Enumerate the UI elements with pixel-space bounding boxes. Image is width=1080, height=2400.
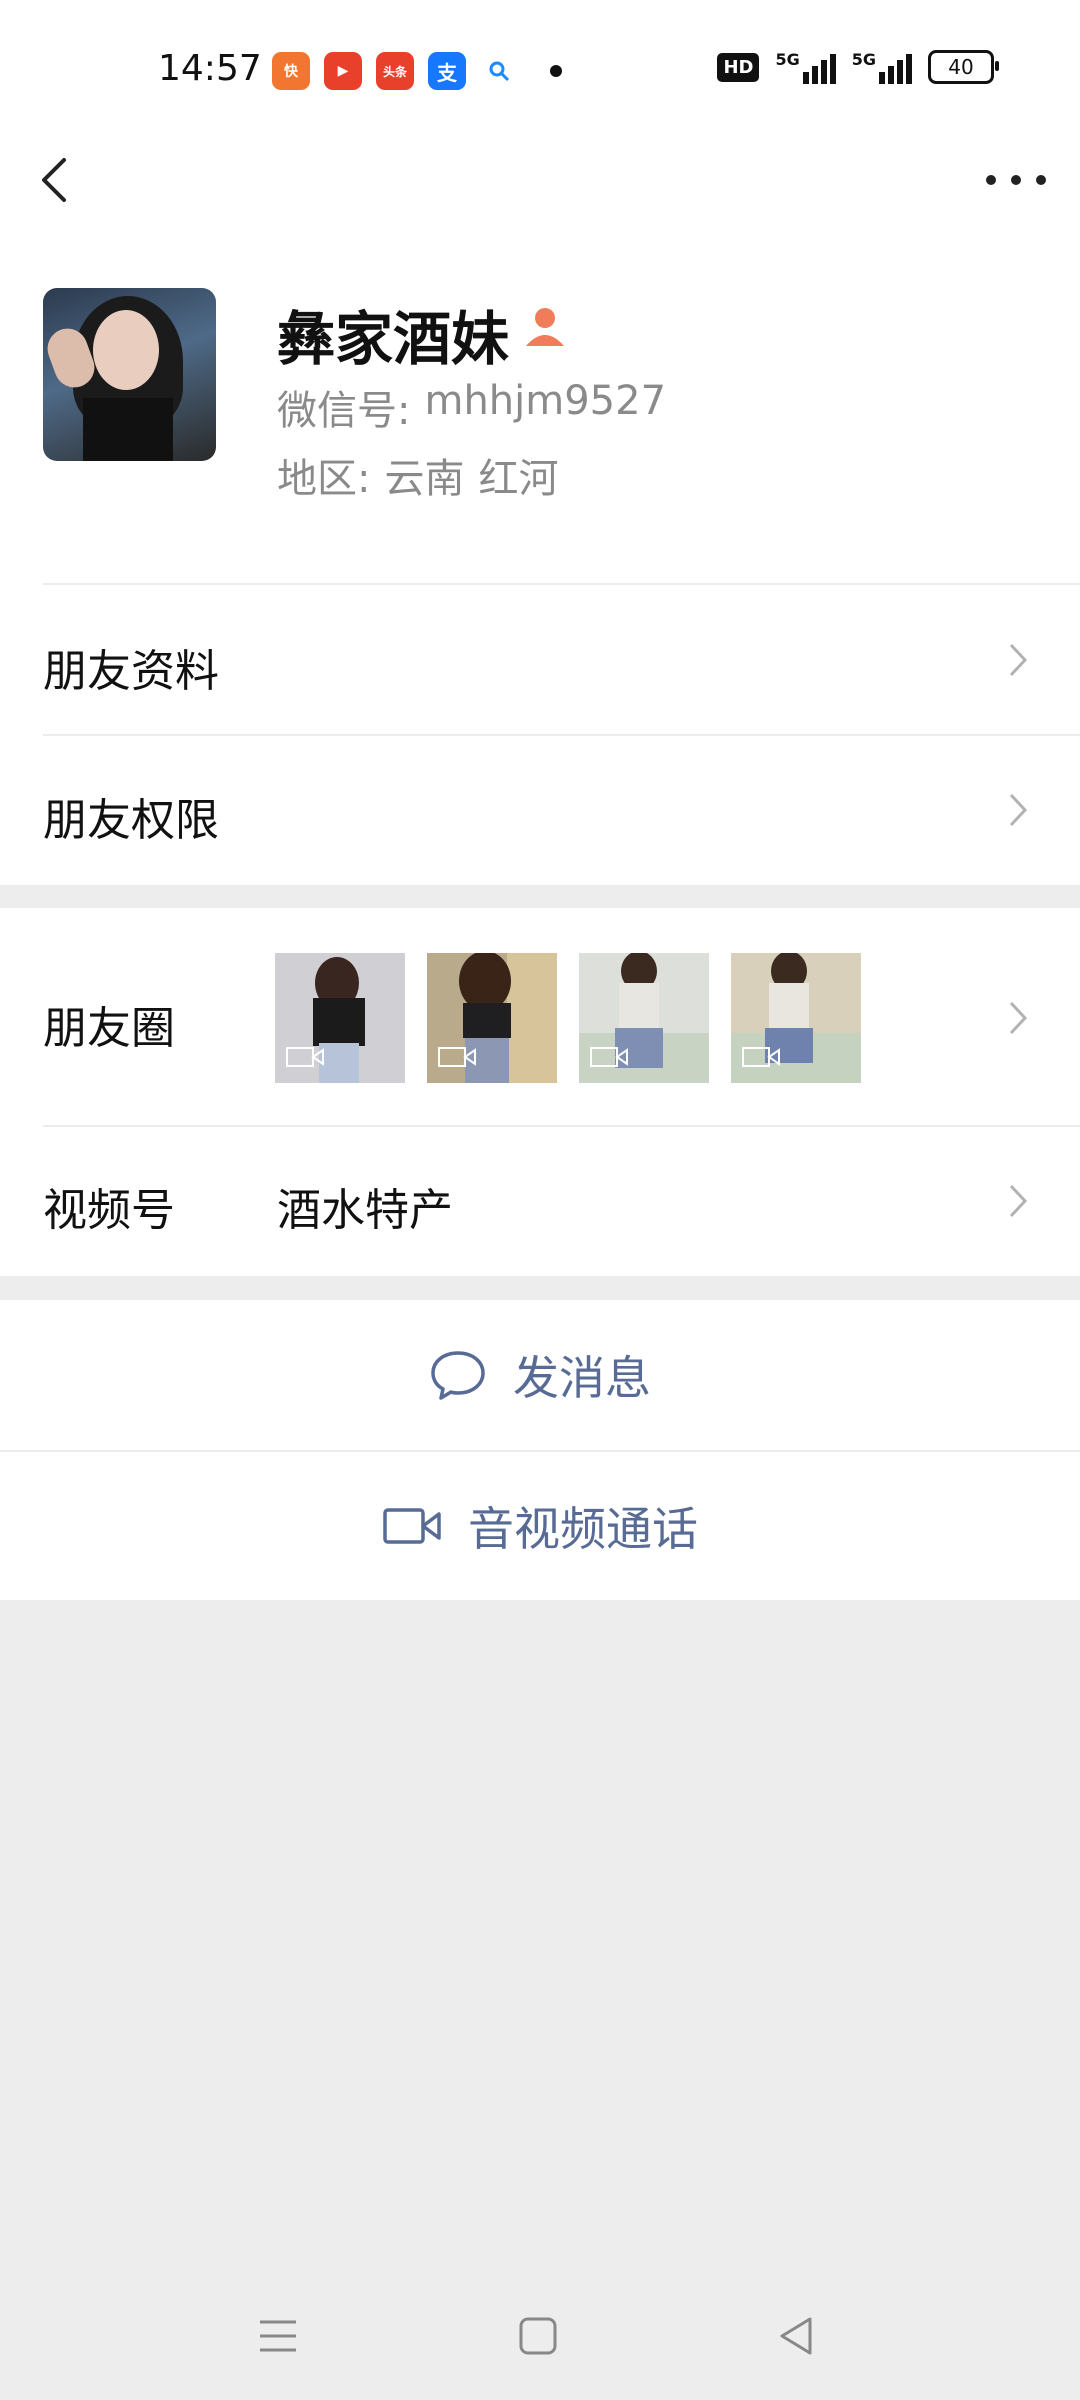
- chat-bubble-icon: [431, 1351, 485, 1400]
- channels-row[interactable]: 视频号 酒水特产: [0, 1127, 1080, 1276]
- search-app-icon: [480, 52, 518, 90]
- signal-icon-2: 5G: [852, 50, 912, 84]
- avatar[interactable]: [43, 288, 216, 461]
- female-user-icon: [526, 308, 564, 346]
- channels-value: 酒水特产: [277, 1185, 453, 1236]
- status-right: HD 5G 5G 40: [717, 50, 999, 84]
- moments-thumb-1[interactable]: [275, 953, 405, 1083]
- toutiao-icon: 头条: [376, 52, 414, 90]
- region: 地区: 云南 红河: [277, 446, 558, 504]
- wechat-id: 微信号: mhhjm9527: [277, 378, 666, 436]
- video-call-label: 音视频通话: [468, 1502, 698, 1556]
- send-message-label: 发消息: [513, 1351, 651, 1405]
- moments-thumb-3[interactable]: [579, 953, 709, 1083]
- status-bar: 14:57 快 ▶ 头条 支 HD 5G 5G 40: [0, 0, 1080, 140]
- kuaishou-icon: 快: [272, 52, 310, 90]
- moments-label: 朋友圈: [43, 1003, 175, 1054]
- status-app-icons: 快 ▶ 头条 支: [272, 52, 562, 90]
- video-camera-icon: [383, 1508, 441, 1544]
- video-player-icon: ▶: [324, 52, 362, 90]
- status-time: 14:57: [158, 48, 262, 89]
- chevron-right-icon: [1009, 1184, 1028, 1218]
- alipay-icon: 支: [428, 52, 466, 90]
- profile-name: 彝家酒妹: [277, 305, 510, 373]
- channels-label: 视频号: [43, 1185, 175, 1236]
- more-options-icon[interactable]: [986, 160, 1046, 200]
- hd-voice-icon: HD: [717, 52, 760, 82]
- wechat-id-label: 微信号:: [277, 388, 411, 434]
- region-city: 红河: [478, 456, 559, 502]
- friend-info-row[interactable]: 朋友资料: [0, 585, 1080, 735]
- chevron-right-icon: [1009, 1001, 1028, 1035]
- friend-info-label: 朋友资料: [43, 646, 219, 697]
- back-arrow-icon[interactable]: [34, 150, 84, 210]
- menu-icon[interactable]: [258, 2260, 298, 2300]
- chevron-right-icon: [1009, 643, 1028, 677]
- video-call-button[interactable]: 音视频通话: [0, 1452, 1080, 1600]
- wechat-id-value: mhhjm9527: [424, 378, 667, 424]
- region-province: 云南: [384, 456, 465, 502]
- chevron-right-icon: [1009, 793, 1028, 827]
- region-label: 地区:: [277, 456, 371, 502]
- notification-dot: [550, 65, 562, 77]
- moments-thumb-4[interactable]: [731, 953, 861, 1083]
- friend-permissions-label: 朋友权限: [43, 795, 219, 846]
- moments-thumb-2[interactable]: [427, 953, 557, 1083]
- recent-apps-icon[interactable]: [258, 2316, 298, 2356]
- battery-icon: 40: [928, 50, 999, 84]
- friend-permissions-row[interactable]: 朋友权限: [0, 736, 1080, 884]
- send-message-button[interactable]: 发消息: [0, 1300, 1080, 1450]
- home-icon[interactable]: [518, 2316, 558, 2356]
- signal-icon-1: 5G: [775, 50, 836, 84]
- back-nav-icon[interactable]: [776, 2316, 816, 2356]
